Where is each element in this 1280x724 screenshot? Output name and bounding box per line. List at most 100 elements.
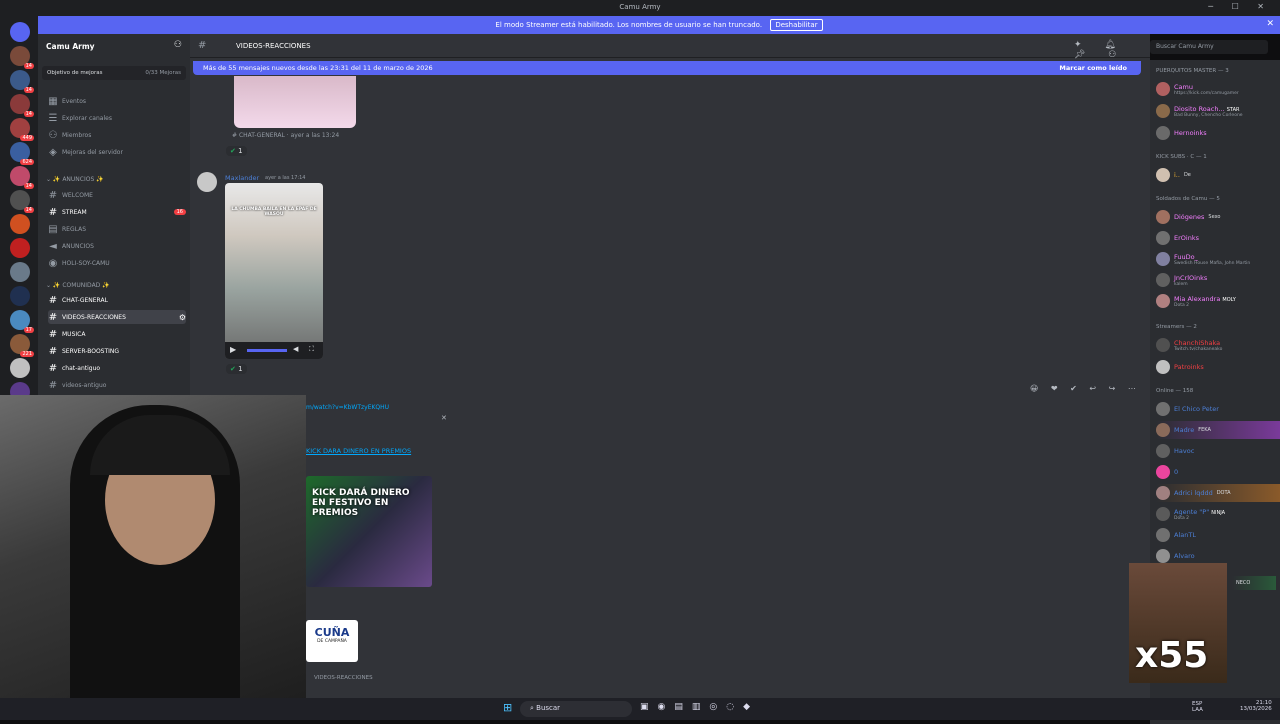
server-name[interactable]: Camu Army [46, 42, 95, 51]
boost-goal-label: Objetivo de mejoras [47, 70, 103, 76]
member-item[interactable]: Patroinks [1156, 358, 1280, 376]
member-item[interactable]: Adrici lqddd DOTA [1156, 484, 1280, 502]
category-community[interactable]: ⌄ ✨ COMUNIDAD ✨ [46, 282, 110, 289]
server-icon[interactable] [10, 358, 30, 378]
server-icon[interactable]: 17 [10, 310, 34, 333]
boosts-link[interactable]: ◈ Mejoras del servidor [48, 145, 186, 159]
forwarded-image[interactable] [234, 76, 356, 128]
new-messages-bar[interactable]: Más de 55 mensajes nuevos desde las 23:3… [193, 61, 1141, 75]
multiplier-text: x55 [1135, 635, 1209, 676]
member-item[interactable]: Madre FEKA [1156, 421, 1280, 439]
header-tools[interactable]: ✦ 🔔︎ 📌︎ ⚇ [1074, 40, 1150, 60]
server-icon[interactable]: 624 [10, 142, 34, 165]
server-icon[interactable]: 14 [10, 166, 34, 189]
close-icon[interactable]: ✕ [441, 414, 447, 422]
channel-videos-antiguo[interactable]: # videos-antiguo [48, 378, 186, 392]
channel-musica[interactable]: # MUSICA [48, 327, 186, 341]
member-tag: NECO [1232, 576, 1276, 590]
server-icon[interactable] [10, 262, 30, 282]
member-item[interactable]: Mia Alexandra MOLY Dota 2 [1156, 292, 1280, 310]
embed-thumbnail[interactable]: KICK DARÁ DINERO EN FESTIVO EN PREMIOS [306, 476, 432, 587]
embed-title[interactable]: KICK DARA DINERO EN PREMIOS [306, 447, 411, 455]
taskbar-apps[interactable]: ▣◉▤▥◎◌◆ [640, 702, 759, 712]
discord-home-icon[interactable] [10, 22, 30, 42]
unread-badge: 16 [173, 209, 186, 215]
hash-icon: # [48, 311, 58, 323]
member-item[interactable]: Diógenes Sexo [1156, 208, 1280, 226]
server-icon[interactable]: 14 [10, 190, 34, 213]
search-input[interactable]: Buscar Camu Army [1150, 40, 1268, 54]
category-announcements[interactable]: ⌄ ✨ ANUNCIOS ✨ [46, 176, 104, 183]
channel-holi[interactable]: ◉ HOLI-SOY-CAMU [48, 256, 186, 270]
video-player[interactable]: LA CHUMBA BAILA EN LA EPAF DE WASOU ▶ ◀ … [225, 183, 323, 359]
language-indicator[interactable]: ESP LAA [1192, 701, 1203, 713]
forward-reference[interactable]: # CHAT-GENERAL · ayer a las 13:24 [232, 132, 339, 139]
server-icon[interactable]: 449 [10, 118, 34, 141]
hash-icon: # [48, 362, 58, 374]
server-icon[interactable] [10, 214, 30, 234]
server-icon[interactable] [10, 286, 30, 306]
message-composer[interactable]: VIDEOS-REACCIONES [306, 672, 1142, 686]
member-item[interactable]: El Chico Peter [1156, 400, 1280, 418]
message-actions[interactable]: 😀 ❤ ✔ ↩ ↪ ⋯ [1030, 384, 1141, 393]
explore-link[interactable]: ☰ Explorar canales [48, 111, 186, 125]
campaign-banner[interactable]: CUÑA DE CAMPAÑA [306, 620, 358, 662]
add-member-icon[interactable]: ⚇ [174, 40, 182, 50]
server-icon[interactable]: 221 [10, 334, 34, 357]
link[interactable]: m/watch?v=KbWTzyEKQHU [306, 404, 389, 411]
windows-start-icon[interactable]: ⊞ [503, 701, 512, 714]
member-item[interactable]: Havoc [1156, 442, 1280, 460]
settings-icon[interactable]: ⚙ [179, 313, 186, 322]
member-item[interactable]: i.. De [1156, 166, 1280, 184]
hash-icon: # [48, 328, 58, 340]
author-name[interactable]: Maxlander [225, 174, 259, 182]
channel-chat-antiguo[interactable]: # chat-antiguo [48, 361, 186, 375]
mark-read-button[interactable]: Marcar como leído [1059, 64, 1127, 72]
member-item[interactable]: 0 [1156, 463, 1280, 481]
channel-stream[interactable]: # STREAM 16 [48, 205, 186, 219]
rules-icon: ▤ [48, 223, 58, 235]
boost-goal[interactable]: Objetivo de mejoras 0/33 Mejoras [42, 66, 186, 80]
avatar[interactable] [197, 172, 217, 192]
server-icon[interactable] [10, 238, 30, 258]
play-icon[interactable]: ▶ [230, 345, 236, 354]
server-icon[interactable]: 14 [10, 70, 34, 93]
hash-icon: # [198, 40, 207, 51]
events-link[interactable]: ▦ Eventos [48, 94, 186, 108]
stage-icon: ◉ [48, 257, 58, 269]
channel-server-boosting[interactable]: # SERVER-BOOSTING [48, 344, 186, 358]
boost-count: 0/33 Mejoras [145, 70, 181, 76]
channel-videos-reacciones[interactable]: # VIDEOS-REACCIONES ⚙ [48, 310, 186, 324]
clock[interactable]: 21:10 13/03/2026 [1240, 700, 1272, 712]
section-header: Online — 158 [1156, 388, 1194, 394]
progress-bar[interactable] [247, 349, 287, 352]
server-icon[interactable]: 14 [10, 94, 34, 117]
member-item[interactable]: ErOinks [1156, 229, 1280, 247]
member-item[interactable]: AlanTL [1156, 526, 1280, 544]
member-item[interactable]: Camu https://kick.com/camugamer [1156, 80, 1280, 98]
fullscreen-icon[interactable]: ⛶ [309, 345, 314, 354]
member-item[interactable]: JnCrlOinks kalem [1156, 271, 1280, 289]
member-item[interactable]: Agente "P" NINJA Dota 2 [1156, 505, 1280, 523]
reaction-check[interactable]: ✔ 1 [226, 146, 247, 156]
members-link[interactable]: ⚇ Miembros [48, 128, 186, 142]
volume-icon[interactable]: ◀ [293, 345, 298, 353]
server-icon[interactable]: 14 [10, 46, 34, 69]
chat-area: # VIDEOS-REACCIONES ✦ 🔔︎ 📌︎ ⚇ Más de 55 … [190, 34, 1150, 698]
reaction-check[interactable]: ✔ 1 [226, 364, 247, 374]
member-item[interactable]: FuuDo_ Swedish House Mafia, John Martin [1156, 250, 1280, 268]
hash-icon: # [48, 345, 58, 357]
channel-announcements[interactable]: ◄ ANUNCIOS [48, 239, 186, 253]
channel-welcome[interactable]: # WELCOME [48, 188, 186, 202]
disable-button[interactable]: Deshabilitar [770, 19, 823, 31]
channel-chat-general[interactable]: # CHAT-GENERAL [48, 293, 186, 307]
close-icon[interactable]: ✕ [1266, 19, 1274, 29]
member-item[interactable]: Hernoinks [1156, 124, 1280, 142]
member-item[interactable]: Diosito Roach... STAR Bad Bunny, Chencho … [1156, 102, 1280, 120]
member-item[interactable]: ChanchiShaka Twitch.tv/chakaneako [1156, 336, 1280, 354]
channel-rules[interactable]: ▤ REGLAS [48, 222, 186, 236]
window-controls[interactable]: ─ ☐ ✕ [1208, 2, 1272, 11]
taskbar-search[interactable]: ⌕ Buscar [520, 701, 632, 717]
hash-icon: # [48, 294, 58, 306]
video-caption: LA CHUMBA BAILA EN LA EPAF DE WASOU [231, 207, 317, 217]
